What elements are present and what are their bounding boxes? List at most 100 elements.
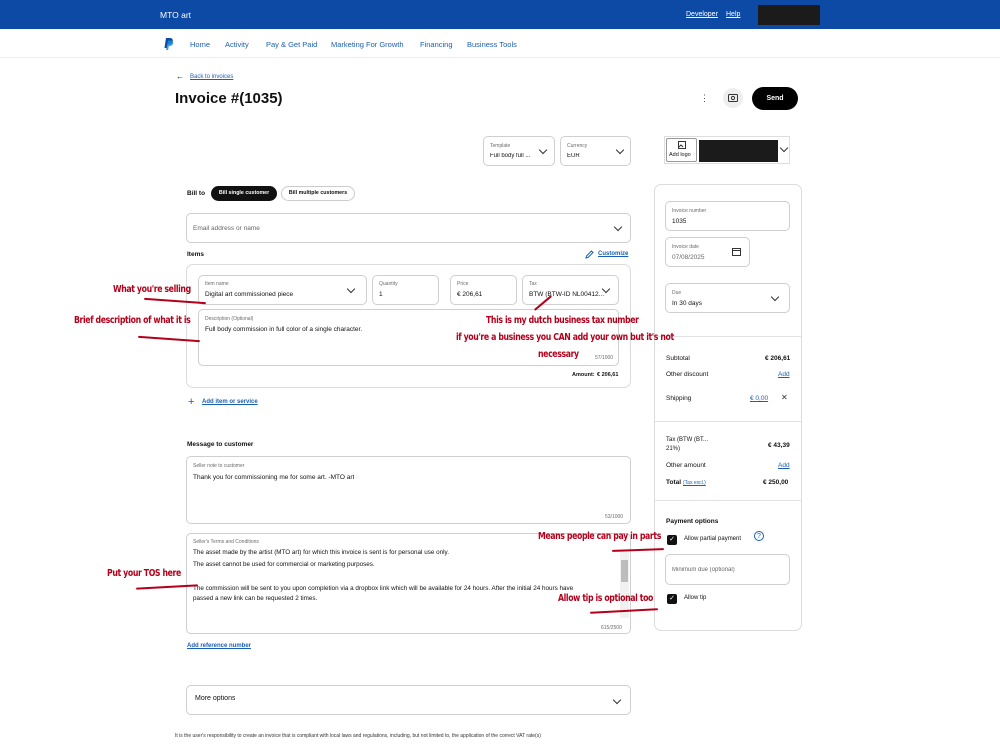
item-name-field[interactable]: Item name Digital art commissioned piece	[198, 275, 367, 305]
terms-label: Seller's Terms and Conditions	[193, 539, 259, 545]
more-menu-icon[interactable]: ⋮	[700, 93, 709, 104]
top-bar	[0, 0, 1000, 29]
tax-summary-label: Tax (BTW (BT...	[666, 437, 708, 443]
annotation-brief-description: Brief description of what it is	[74, 315, 191, 326]
terms-line-5: passed a new link can be requested 2 tim…	[193, 595, 318, 602]
add-other-amount-link[interactable]: Add	[778, 462, 790, 469]
chevron-down-icon	[615, 145, 625, 155]
account-redacted[interactable]	[758, 5, 820, 25]
chevron-down-icon	[346, 284, 356, 294]
nav-home[interactable]: Home	[190, 40, 210, 49]
chevron-down-icon	[613, 222, 623, 232]
terms-scrollbar-thumb[interactable]	[621, 560, 628, 582]
plus-icon[interactable]: +	[188, 396, 194, 408]
bill-to-label: Bill to	[187, 190, 206, 197]
brand-name: MTO art	[160, 10, 192, 20]
allow-partial-payment-label: Allow partial payment	[684, 536, 742, 542]
more-options-accordion[interactable]: More options	[186, 685, 631, 715]
message-heading: Message to customer	[187, 441, 254, 448]
close-icon[interactable]: ✕	[781, 393, 788, 402]
terms-line-2: The asset cannot be used for commercial …	[193, 561, 375, 568]
allow-tip-checkbox[interactable]: ✓	[667, 594, 677, 604]
back-to-invoices-link[interactable]: Back to invoices	[190, 74, 233, 80]
developer-link[interactable]: Developer	[686, 11, 718, 18]
annotation-tax-line-3: necessary	[538, 349, 579, 360]
add-logo-button[interactable]: Add logo	[666, 138, 697, 162]
allow-partial-payment-checkbox[interactable]: ✓	[667, 535, 677, 545]
tax-value: BTW (BTW-ID NL00412...	[529, 291, 605, 298]
annotation-allow-tip: Allow tip is optional too	[558, 593, 654, 604]
more-options-label: More options	[195, 695, 236, 702]
terms-scrollbar[interactable]	[620, 550, 629, 618]
invoice-date-label: Invoice date	[672, 244, 699, 250]
nav-business-tools[interactable]: Business Tools	[467, 40, 517, 49]
amount-label: Amount:	[572, 372, 595, 378]
price-label: Price	[457, 281, 469, 287]
tax-excl-link[interactable]: (Tax excl.)	[683, 480, 706, 486]
description-label: Description (Optional)	[205, 316, 254, 322]
business-name-redacted	[699, 140, 778, 162]
preview-button[interactable]	[723, 88, 743, 108]
bill-single-customer-tab[interactable]: Bill single customer	[211, 186, 277, 201]
minimum-due-field[interactable]: Minimum due (optional)	[665, 554, 790, 585]
add-reference-link[interactable]: Add reference number	[187, 643, 251, 649]
price-value: € 206,61	[457, 291, 483, 298]
currency-select[interactable]: Currency EUR	[560, 136, 631, 166]
invoice-number-label: Invoice number	[672, 208, 707, 214]
nav-financing[interactable]: Financing	[420, 40, 453, 49]
seller-note-char-count: 53/1000	[605, 514, 624, 520]
shipping-value-link[interactable]: € 0,00	[750, 395, 768, 402]
item-name-value: Digital art commissioned piece	[205, 291, 294, 298]
quantity-value: 1	[379, 291, 383, 298]
invoice-date-field[interactable]: Invoice date 07/08/2025	[665, 237, 750, 267]
add-discount-link[interactable]: Add	[778, 371, 790, 378]
quantity-field[interactable]: Quantity 1	[372, 275, 439, 305]
help-icon[interactable]: ?	[754, 531, 764, 541]
terms-line-4: The commission will be sent to you upon …	[193, 585, 574, 592]
add-item-link[interactable]: Add item or service	[202, 399, 258, 405]
email-field[interactable]: Email address or name	[186, 213, 631, 243]
divider	[655, 336, 801, 337]
email-placeholder: Email address or name	[193, 225, 260, 232]
item-name-label: Item name	[205, 281, 229, 287]
subtotal-label: Subtotal	[666, 355, 690, 362]
payment-options-heading: Payment options	[666, 518, 719, 525]
invoice-number-value: 1035	[672, 218, 687, 225]
due-label: Due	[672, 290, 682, 296]
paypal-logo-icon[interactable]	[164, 38, 174, 50]
annotation-tos: Put your TOS here	[107, 568, 181, 579]
terms-field[interactable]: Seller's Terms and Conditions The asset …	[186, 533, 631, 634]
legal-footer: It is the user's responsibility to creat…	[175, 733, 541, 739]
nav-pay-get-paid[interactable]: Pay & Get Paid	[266, 40, 317, 49]
preview-icon	[728, 94, 738, 102]
nav-marketing[interactable]: Marketing For Growth	[331, 40, 404, 49]
page-title: Invoice #(1035)	[175, 90, 283, 107]
shipping-label: Shipping	[666, 395, 692, 402]
customize-link[interactable]: Customize	[598, 251, 628, 257]
invoice-number-field[interactable]: Invoice number 1035	[665, 201, 790, 231]
other-amount-label: Other amount	[666, 462, 706, 469]
calendar-icon[interactable]	[732, 247, 741, 256]
due-select[interactable]: Due In 30 days	[665, 283, 790, 313]
seller-note-field[interactable]: Seller note to customer Thank you for co…	[186, 456, 631, 524]
back-arrow-icon[interactable]: ←	[176, 72, 184, 81]
template-value: Full body full ...	[490, 153, 531, 159]
nav-divider	[0, 57, 1000, 58]
tax-summary-value: € 43,39	[768, 442, 790, 449]
due-value: In 30 days	[672, 300, 702, 307]
other-discount-label: Other discount	[666, 371, 709, 378]
chevron-down-icon	[770, 292, 780, 302]
tax-summary-label-rate: 21%)	[666, 446, 681, 452]
send-button[interactable]: Send	[752, 87, 798, 110]
template-select[interactable]: Template Full body full ...	[483, 136, 555, 166]
bill-multiple-customers-tab[interactable]: Bill multiple customers	[281, 186, 355, 201]
tax-select[interactable]: Tax BTW (BTW-ID NL00412...	[522, 275, 619, 305]
terms-line-1: The asset made by the artist (MTO art) f…	[193, 549, 449, 556]
pencil-icon[interactable]	[585, 250, 594, 259]
seller-note-value: Thank you for commissioning me for some …	[193, 474, 355, 481]
price-field[interactable]: Price € 206,61	[450, 275, 517, 305]
template-label: Template	[490, 143, 511, 149]
nav-activity[interactable]: Activity	[225, 40, 249, 49]
help-link[interactable]: Help	[726, 11, 740, 18]
divider	[655, 500, 801, 501]
